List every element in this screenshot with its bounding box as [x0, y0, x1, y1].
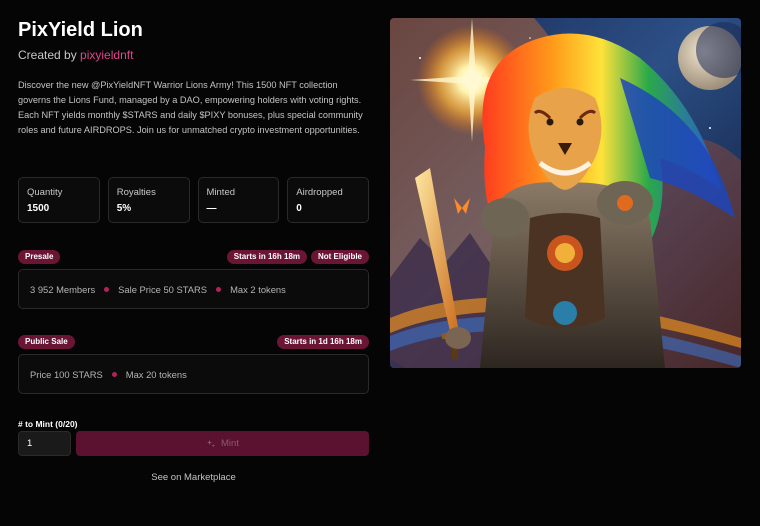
stat-value: 1500	[27, 203, 50, 214]
presale-max: Max 2 tokens	[230, 283, 286, 295]
stat-label: Airdropped	[296, 187, 343, 198]
collection-panel: PixYield Lion Created by pixyieldnft Dis…	[18, 18, 369, 483]
presale-badge: Presale	[18, 250, 61, 264]
public-sale-max: Max 20 tokens	[125, 368, 187, 380]
mint-button[interactable]: Mint	[76, 431, 369, 456]
stats-row: Quantity 1500 Royalties 5% Minted — Aird…	[18, 177, 369, 223]
stat-value: 5%	[116, 203, 132, 214]
mint-button-label: Mint	[221, 438, 239, 449]
stat-quantity: Quantity 1500	[18, 177, 100, 223]
public-sale-price: Price 100 STARS	[30, 368, 103, 380]
collection-title: PixYield Lion	[18, 19, 143, 41]
mint-quantity-label: # to Mint (0/20)	[18, 419, 78, 429]
public-sale-badge: Public Sale	[18, 335, 75, 349]
presale-start-badge: Starts in 16h 18m	[226, 250, 307, 264]
presale-price: Sale Price 50 STARS	[118, 283, 208, 295]
separator-dot	[111, 371, 117, 377]
sparkle-icon	[207, 439, 216, 447]
stat-value: 0	[296, 203, 302, 214]
stat-airdropped: Airdropped 0	[287, 177, 369, 223]
marketplace-link[interactable]: See on Marketplace	[18, 472, 369, 483]
creator-line: Created by pixyieldnft	[18, 48, 369, 62]
nft-artwork	[390, 18, 741, 368]
presale-members: 3 952 Members	[30, 283, 96, 295]
stat-label: Minted	[206, 187, 236, 198]
public-sale-details: Price 100 STARS Max 20 tokens	[18, 354, 369, 394]
public-sale-start-badge: Starts in 1d 16h 18m	[277, 335, 369, 349]
separator-dot	[216, 286, 222, 292]
stat-value: —	[206, 203, 217, 214]
separator-dot	[104, 286, 110, 292]
collection-description: Discover the new @PixYieldNFT Warrior Li…	[18, 80, 363, 135]
presale-details: 3 952 Members Sale Price 50 STARS Max 2 …	[18, 269, 369, 309]
stat-minted: Minted —	[197, 177, 280, 223]
presale-header: Presale Starts in 16h 18m Not Eligible	[18, 250, 369, 264]
stat-label: Quantity	[27, 187, 63, 198]
public-sale-header: Public Sale Starts in 1d 16h 18m	[18, 335, 369, 349]
creator-link[interactable]: pixyieldnft	[80, 48, 133, 62]
stat-royalties: Royalties 5%	[107, 177, 190, 223]
mint-quantity-input[interactable]	[18, 431, 71, 456]
created-by-label: Created by	[18, 48, 77, 62]
stat-label: Royalties	[116, 187, 156, 198]
eligibility-badge: Not Eligible	[311, 250, 369, 264]
